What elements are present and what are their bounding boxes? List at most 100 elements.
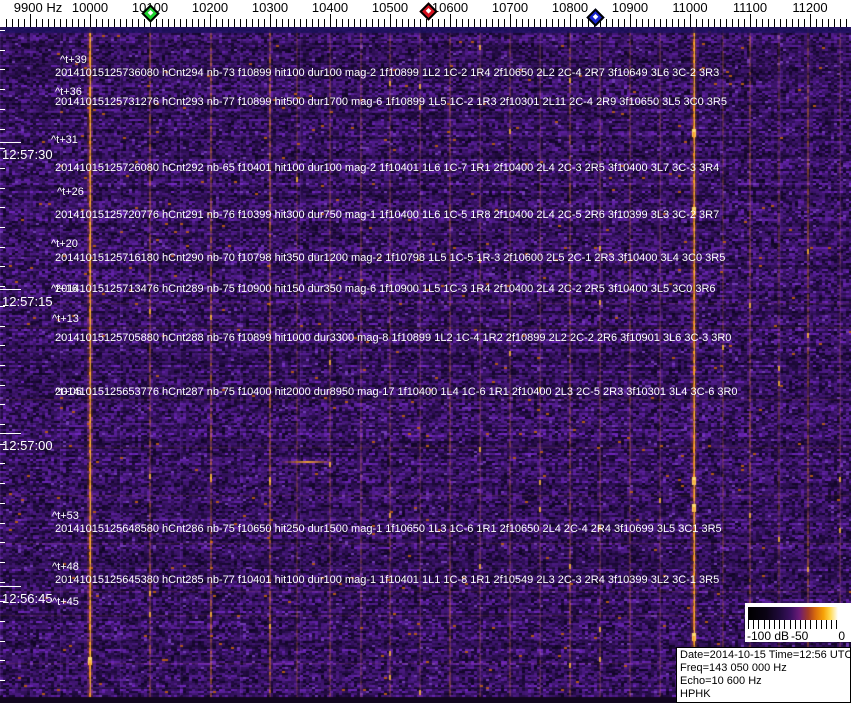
colorbar-tick bbox=[774, 620, 775, 629]
ruler-minor-tick bbox=[684, 19, 685, 27]
time-label: 12:56:45 bbox=[2, 591, 53, 606]
ruler-minor-tick bbox=[708, 19, 709, 27]
ruler-major-tick bbox=[510, 14, 511, 27]
ruler-minor-tick bbox=[558, 19, 559, 27]
ruler-minor-tick bbox=[294, 19, 295, 27]
ruler-minor-tick bbox=[492, 19, 493, 27]
ruler-minor-tick bbox=[480, 19, 481, 27]
ruler-minor-tick bbox=[792, 19, 793, 27]
ruler-minor-tick bbox=[414, 19, 415, 27]
time-minor-tick bbox=[0, 148, 5, 150]
ruler-minor-tick bbox=[546, 19, 547, 27]
event-time-marker: ^t+45 bbox=[52, 596, 79, 608]
time-minor-tick bbox=[0, 207, 5, 209]
time-major-tick bbox=[0, 433, 21, 434]
ruler-minor-tick bbox=[18, 19, 19, 27]
event-data-line: 20141015125716180 hCnt290 nb-70 f10798 h… bbox=[55, 252, 726, 264]
ruler-minor-tick bbox=[6, 19, 7, 27]
ruler-major-tick bbox=[810, 14, 811, 27]
ruler-minor-tick bbox=[528, 19, 529, 27]
ruler-minor-tick bbox=[438, 19, 439, 27]
ruler-minor-tick bbox=[726, 19, 727, 27]
ruler-minor-tick bbox=[372, 19, 373, 27]
ruler-minor-tick bbox=[456, 19, 457, 27]
ruler-minor-tick bbox=[204, 19, 205, 27]
ruler-major-tick bbox=[690, 14, 691, 27]
ruler-minor-tick bbox=[552, 19, 553, 27]
ruler-minor-tick bbox=[282, 19, 283, 27]
marker-center-dot bbox=[592, 13, 599, 20]
event-data-line: 20141015125648580 hCnt286 nb-75 f10650 h… bbox=[55, 523, 722, 535]
ruler-minor-tick bbox=[84, 19, 85, 27]
ruler-minor-tick bbox=[582, 19, 583, 27]
ruler-major-tick bbox=[630, 14, 631, 27]
ruler-minor-tick bbox=[180, 19, 181, 27]
ruler-minor-tick bbox=[768, 19, 769, 27]
event-time-marker: ^t+13 bbox=[52, 313, 79, 325]
time-minor-tick bbox=[0, 89, 5, 91]
ruler-minor-tick bbox=[54, 19, 55, 27]
ruler-minor-tick bbox=[678, 19, 679, 27]
ruler-minor-tick bbox=[186, 19, 187, 27]
ruler-minor-tick bbox=[216, 19, 217, 27]
colorbar-tick bbox=[763, 620, 765, 629]
ruler-minor-tick bbox=[384, 19, 385, 27]
ruler-major-tick bbox=[30, 14, 31, 27]
ruler-minor-tick bbox=[306, 19, 307, 27]
colorbar-tick bbox=[794, 620, 796, 629]
ruler-minor-tick bbox=[276, 19, 277, 27]
time-minor-tick bbox=[0, 227, 5, 228]
ruler-minor-tick bbox=[300, 19, 301, 27]
ruler-minor-tick bbox=[96, 19, 97, 27]
colorbar-tick bbox=[768, 620, 770, 629]
event-time-marker: ^t+26 bbox=[57, 186, 84, 198]
ruler-minor-tick bbox=[564, 19, 565, 27]
ruler-minor-tick bbox=[408, 19, 409, 27]
ruler-minor-tick bbox=[504, 19, 505, 27]
ruler-major-tick bbox=[210, 14, 211, 27]
ruler-minor-tick bbox=[444, 19, 445, 27]
time-major-tick bbox=[0, 586, 21, 587]
ruler-minor-tick bbox=[60, 19, 61, 27]
ruler-minor-tick bbox=[780, 19, 781, 27]
freq-label: 9900 Hz bbox=[13, 0, 63, 15]
ruler-minor-tick bbox=[522, 19, 523, 27]
event-data-line: 20141015125731276 hCnt293 nb-77 f10899 h… bbox=[55, 96, 727, 108]
freq-label: 10900 bbox=[611, 0, 649, 15]
time-minor-tick bbox=[0, 542, 5, 544]
ruler-minor-tick bbox=[498, 19, 499, 27]
time-minor-tick bbox=[0, 187, 5, 189]
ruler-minor-tick bbox=[672, 19, 673, 27]
event-time-marker: ^t+53 bbox=[52, 510, 79, 522]
ruler-minor-tick bbox=[846, 19, 847, 27]
ruler-minor-tick bbox=[240, 19, 241, 27]
ruler-minor-tick bbox=[432, 19, 433, 27]
ruler-minor-tick bbox=[756, 19, 757, 27]
ruler-minor-tick bbox=[636, 19, 637, 27]
ruler-major-tick bbox=[570, 14, 571, 27]
ruler-major-tick bbox=[750, 14, 751, 27]
event-time-marker: ^t+31 bbox=[51, 134, 78, 146]
time-minor-tick bbox=[0, 108, 5, 110]
event-data-line: 20141015125713476 hCnt289 nb-75 f10900 h… bbox=[55, 283, 716, 295]
colorbar-tick bbox=[800, 620, 801, 629]
time-minor-tick bbox=[0, 522, 5, 524]
ruler-minor-tick bbox=[666, 19, 667, 27]
freq-label: 10000 bbox=[71, 0, 109, 15]
event-data-line: 20141015125736080 hCnt294 nb-73 f10899 h… bbox=[55, 67, 720, 79]
event-data-line: 20141015125726080 hCnt292 nb-65 f10401 h… bbox=[55, 162, 720, 174]
event-time-marker: ^t+39 bbox=[60, 54, 87, 66]
ruler-major-tick bbox=[270, 14, 271, 27]
ruler-minor-tick bbox=[198, 19, 199, 27]
time-minor-tick bbox=[0, 325, 5, 327]
ruler-minor-tick bbox=[264, 19, 265, 27]
freq-label: 11000 bbox=[672, 0, 708, 15]
freq-label: 10600 bbox=[431, 0, 469, 15]
ruler-minor-tick bbox=[120, 19, 121, 27]
ruler-minor-tick bbox=[174, 19, 175, 27]
ruler-minor-tick bbox=[696, 19, 697, 27]
ruler-minor-tick bbox=[606, 19, 607, 27]
ruler-minor-tick bbox=[66, 19, 67, 27]
event-data-line: 20141015125653776 hCnt287 nb-75 f10400 h… bbox=[55, 386, 738, 398]
ruler-minor-tick bbox=[114, 19, 115, 27]
